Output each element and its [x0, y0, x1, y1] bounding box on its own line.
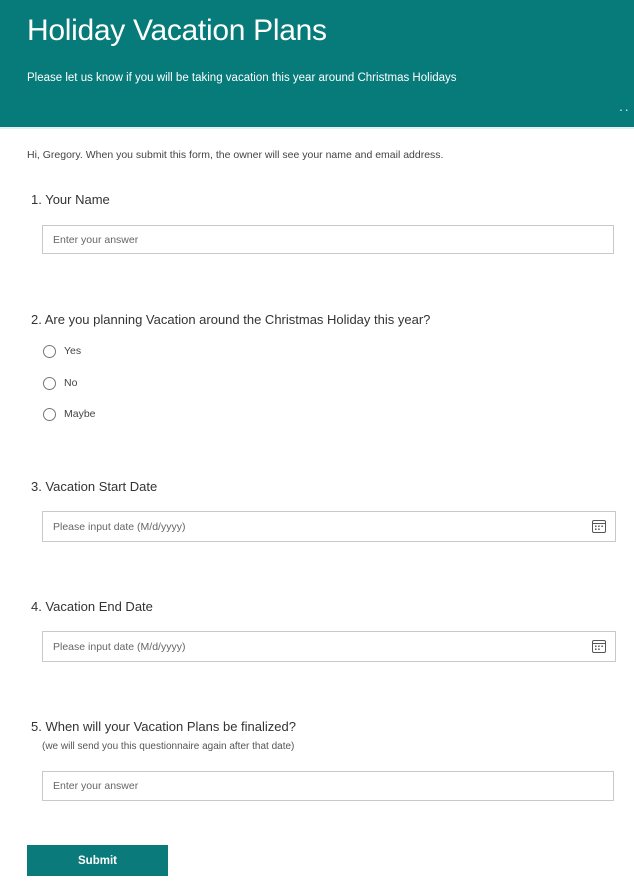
radio-button[interactable]: [43, 344, 56, 358]
start-date-field: [42, 511, 616, 542]
question-5-subtitle: (we will send you this questionnaire aga…: [42, 741, 295, 752]
end-date-field: [42, 631, 616, 662]
privacy-notice: Hi, Gregory. When you submit this form, …: [27, 149, 444, 161]
question-2-title: 2. Are you planning Vacation around the …: [31, 312, 431, 327]
submit-button[interactable]: Submit: [27, 845, 168, 876]
form-header: Holiday Vacation Plans Please let us kno…: [0, 0, 634, 129]
radio-label: Maybe: [64, 408, 96, 420]
question-1-title: 1. Your Name: [31, 192, 110, 207]
calendar-icon[interactable]: [592, 639, 606, 653]
radio-option-maybe[interactable]: Maybe: [43, 406, 96, 422]
name-input[interactable]: [42, 225, 614, 254]
radio-label: Yes: [64, 345, 82, 357]
question-5-title: 5. When will your Vacation Plans be fina…: [31, 719, 296, 734]
radio-option-no[interactable]: No: [43, 375, 77, 391]
start-date-input[interactable]: [42, 511, 616, 542]
radio-option-yes[interactable]: Yes: [43, 343, 81, 359]
radio-button[interactable]: [43, 407, 56, 421]
end-date-input[interactable]: [42, 631, 616, 662]
finalized-date-input[interactable]: [42, 771, 614, 801]
form-title: Holiday Vacation Plans: [27, 14, 327, 47]
calendar-icon[interactable]: [592, 519, 606, 533]
question-4-title: 4. Vacation End Date: [31, 599, 153, 614]
form-description: Please let us know if you will be taking…: [27, 72, 457, 84]
ellipsis-icon[interactable]: ··: [619, 102, 630, 116]
question-3-title: 3. Vacation Start Date: [31, 479, 158, 494]
radio-button[interactable]: [43, 376, 56, 390]
radio-label: No: [64, 377, 78, 389]
